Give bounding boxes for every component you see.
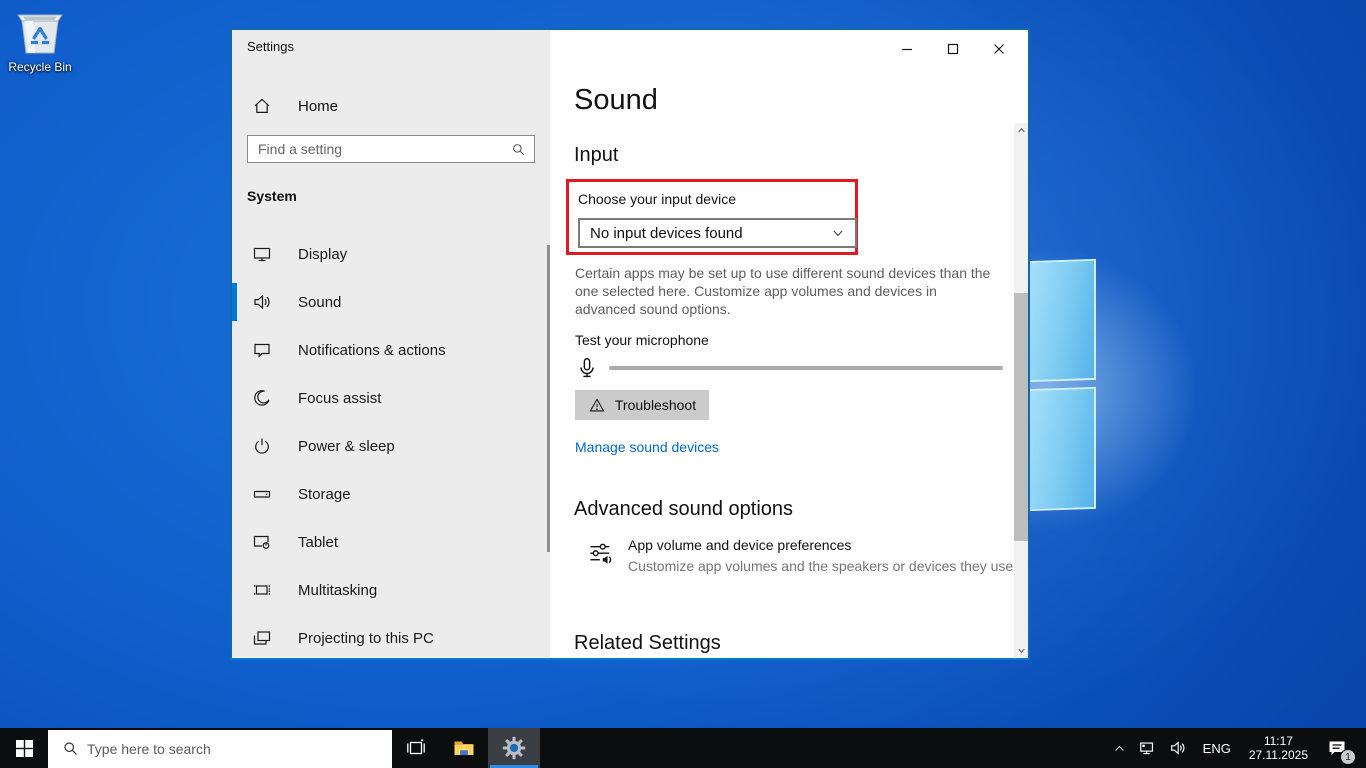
settings-sidebar: Settings Home System: [232, 30, 550, 657]
tray-chevron-up-icon[interactable]: [1107, 728, 1133, 768]
scrollbar-thumb[interactable]: [1014, 293, 1028, 541]
projecting-icon: [252, 628, 272, 648]
microphone-level-bar: [609, 366, 1003, 370]
system-tray: ENG 11:17 27.11.2025 1: [1107, 728, 1358, 768]
wallpaper-windows-logo-pane: [1028, 258, 1096, 383]
sidebar-home-label: Home: [298, 97, 339, 115]
manage-sound-devices-link[interactable]: Manage sound devices: [575, 439, 719, 455]
settings-taskbar-button[interactable]: [488, 728, 540, 768]
advanced-section-heading: Advanced sound options: [574, 498, 794, 520]
app-volume-subtitle: Customize app volumes and the speakers o…: [628, 558, 1018, 574]
taskbar-search-input[interactable]: [87, 740, 392, 757]
multitasking-icon: [252, 580, 272, 600]
sidebar-section-label: System: [247, 188, 297, 204]
storage-icon: [252, 484, 272, 504]
maximize-button[interactable]: [930, 34, 976, 64]
action-center-button[interactable]: 1: [1316, 728, 1358, 768]
taskbar: ENG 11:17 27.11.2025 1: [0, 728, 1366, 768]
app-volume-item[interactable]: App volume and device preferences Custom…: [588, 537, 1017, 574]
settings-search-box[interactable]: [247, 135, 535, 163]
input-description: Certain apps may be set up to use differ…: [575, 265, 991, 317]
sidebar-item-focus-assist[interactable]: Focus assist: [232, 379, 550, 417]
search-icon: [511, 142, 526, 157]
tray-time: 11:17: [1263, 734, 1293, 748]
chevron-down-icon: [831, 226, 845, 240]
recycle-bin-shortcut[interactable]: Recycle Bin: [4, 6, 76, 74]
notifications-icon: [252, 340, 272, 360]
sidebar-item-sound[interactable]: Sound: [232, 283, 550, 321]
recycle-bin-label: Recycle Bin: [8, 60, 72, 74]
mixer-icon: [588, 540, 614, 574]
speaker-icon: [252, 292, 272, 312]
wallpaper-windows-logo-pane: [1028, 386, 1096, 512]
input-section-heading: Input: [574, 144, 619, 166]
input-device-dropdown-value: No input devices found: [590, 224, 743, 242]
start-button[interactable]: [0, 728, 48, 768]
scroll-up-icon[interactable]: [1014, 123, 1028, 137]
sidebar-item-projecting[interactable]: Projecting to this PC: [232, 619, 550, 657]
tray-clock[interactable]: 11:17 27.11.2025: [1241, 728, 1316, 768]
sidebar-item-storage[interactable]: Storage: [232, 475, 550, 513]
power-icon: [252, 436, 272, 456]
window-title: Settings: [247, 39, 294, 54]
warning-icon: [588, 397, 606, 414]
microphone-icon: [575, 355, 599, 381]
home-icon: [252, 96, 272, 116]
settings-window: Settings Home System: [230, 28, 1030, 660]
file-explorer-button[interactable]: [440, 728, 488, 768]
search-icon: [62, 740, 79, 757]
troubleshoot-button[interactable]: Troubleshoot: [575, 390, 709, 420]
taskbar-search-box[interactable]: [48, 729, 392, 768]
titlebar-controls: [884, 34, 1022, 64]
close-button[interactable]: [976, 34, 1022, 64]
settings-search-input[interactable]: [248, 141, 511, 157]
sidebar-item-notifications[interactable]: Notifications & actions: [232, 331, 550, 369]
sidebar-nav: Display Sound Notifications & actions Fo…: [232, 235, 550, 667]
related-settings-heading: Related Settings: [574, 632, 721, 654]
choose-input-device-label: Choose your input device: [578, 191, 736, 207]
sound-settings-panel: Sound Input Choose your input device No …: [550, 30, 1028, 657]
notification-badge: 1: [1340, 749, 1356, 765]
sidebar-item-tablet[interactable]: Tablet: [232, 523, 550, 561]
test-microphone-label: Test your microphone: [575, 332, 709, 348]
network-icon[interactable]: [1133, 728, 1163, 768]
main-scrollbar[interactable]: [1014, 123, 1028, 657]
tablet-icon: [252, 532, 272, 552]
microphone-level-row: [575, 352, 1003, 384]
sidebar-item-multitasking[interactable]: Multitasking: [232, 571, 550, 609]
sidebar-item-power-sleep[interactable]: Power & sleep: [232, 427, 550, 465]
task-view-button[interactable]: [392, 728, 440, 768]
troubleshoot-label: Troubleshoot: [614, 397, 697, 413]
scroll-down-icon[interactable]: [1014, 643, 1028, 657]
gear-icon: [502, 736, 526, 760]
tray-language[interactable]: ENG: [1193, 728, 1241, 768]
app-volume-title: App volume and device preferences: [628, 537, 852, 553]
input-device-dropdown[interactable]: No input devices found: [578, 218, 857, 248]
recycle-bin-icon: [4, 6, 76, 58]
sidebar-item-home[interactable]: Home: [232, 88, 550, 124]
desktop: Recycle Bin Settings Home Find a setting…: [0, 0, 1366, 768]
minimize-button[interactable]: [884, 34, 930, 64]
page-title: Sound: [574, 84, 658, 116]
tray-date: 27.11.2025: [1248, 748, 1308, 762]
moon-icon: [252, 388, 272, 408]
sidebar-item-display[interactable]: Display: [232, 235, 550, 273]
volume-icon[interactable]: [1163, 728, 1193, 768]
highlight-red-box: Choose your input device No input device…: [566, 179, 858, 255]
display-icon: [252, 244, 272, 264]
